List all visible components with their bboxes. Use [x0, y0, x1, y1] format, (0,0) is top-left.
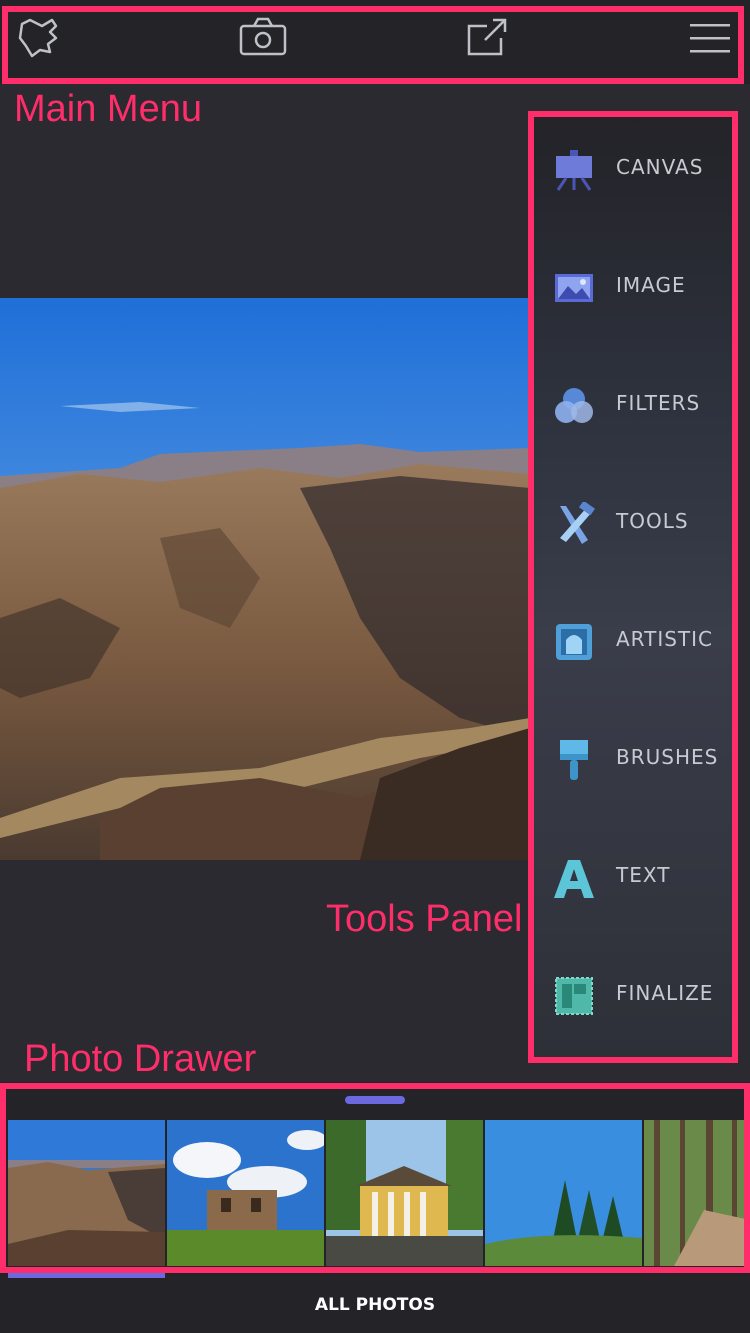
- tool-filters-label: FILTERS: [616, 391, 701, 415]
- thumbnail-hill-trees[interactable]: [485, 1120, 642, 1266]
- photo-drawer: [0, 1082, 750, 1278]
- thumbnail-forest-path[interactable]: [644, 1120, 750, 1266]
- tools-panel: CANVAS IMAGE FILTERS TOOLS ARTISTIC BRUS…: [530, 112, 737, 1062]
- tool-image[interactable]: IMAGE: [530, 230, 737, 348]
- all-photos-label: ALL PHOTOS: [314, 1295, 436, 1315]
- finalize-icon: [552, 974, 596, 1018]
- text-icon: [552, 856, 596, 900]
- image-icon: [552, 266, 596, 310]
- artistic-icon: [552, 620, 596, 664]
- all-photos-bar[interactable]: ALL PHOTOS: [0, 1278, 750, 1333]
- tool-artistic[interactable]: ARTISTIC: [530, 584, 737, 702]
- selected-thumbnail-indicator: [8, 1270, 165, 1278]
- photo-drawer-annotation: Photo Drawer: [24, 1038, 257, 1080]
- tool-tools-label: TOOLS: [616, 509, 689, 533]
- drawer-handle[interactable]: [345, 1096, 405, 1104]
- main-canvas-photo[interactable]: [0, 298, 530, 860]
- tool-brushes-label: BRUSHES: [616, 745, 719, 769]
- logo-icon[interactable]: [16, 16, 64, 60]
- tool-finalize[interactable]: FINALIZE: [530, 938, 737, 1056]
- hamburger-menu-icon[interactable]: [686, 16, 734, 60]
- tool-filters[interactable]: FILTERS: [530, 348, 737, 466]
- thumbnail-ruins[interactable]: [167, 1120, 324, 1266]
- tool-brushes[interactable]: BRUSHES: [530, 702, 737, 820]
- share-icon[interactable]: [463, 16, 511, 60]
- tool-text-label: TEXT: [616, 863, 671, 887]
- main-menu-annotation: Main Menu: [14, 88, 202, 130]
- brush-icon: [552, 738, 596, 782]
- camera-icon[interactable]: [238, 16, 287, 60]
- tool-image-label: IMAGE: [616, 273, 686, 297]
- thumbnail-canyon[interactable]: [8, 1120, 165, 1266]
- filters-icon: [552, 384, 596, 428]
- tool-artistic-label: ARTISTIC: [616, 627, 714, 651]
- tool-canvas-label: CANVAS: [616, 155, 704, 179]
- tool-canvas[interactable]: CANVAS: [530, 112, 737, 230]
- tools-icon: [552, 500, 596, 546]
- easel-icon: [552, 148, 596, 192]
- main-menu-bar: [0, 0, 750, 84]
- tools-panel-annotation: Tools Panel: [326, 898, 523, 940]
- thumbnail-mansion[interactable]: [326, 1120, 483, 1266]
- tool-text[interactable]: TEXT: [530, 820, 737, 938]
- tool-finalize-label: FINALIZE: [616, 981, 714, 1005]
- tool-tools[interactable]: TOOLS: [530, 466, 737, 584]
